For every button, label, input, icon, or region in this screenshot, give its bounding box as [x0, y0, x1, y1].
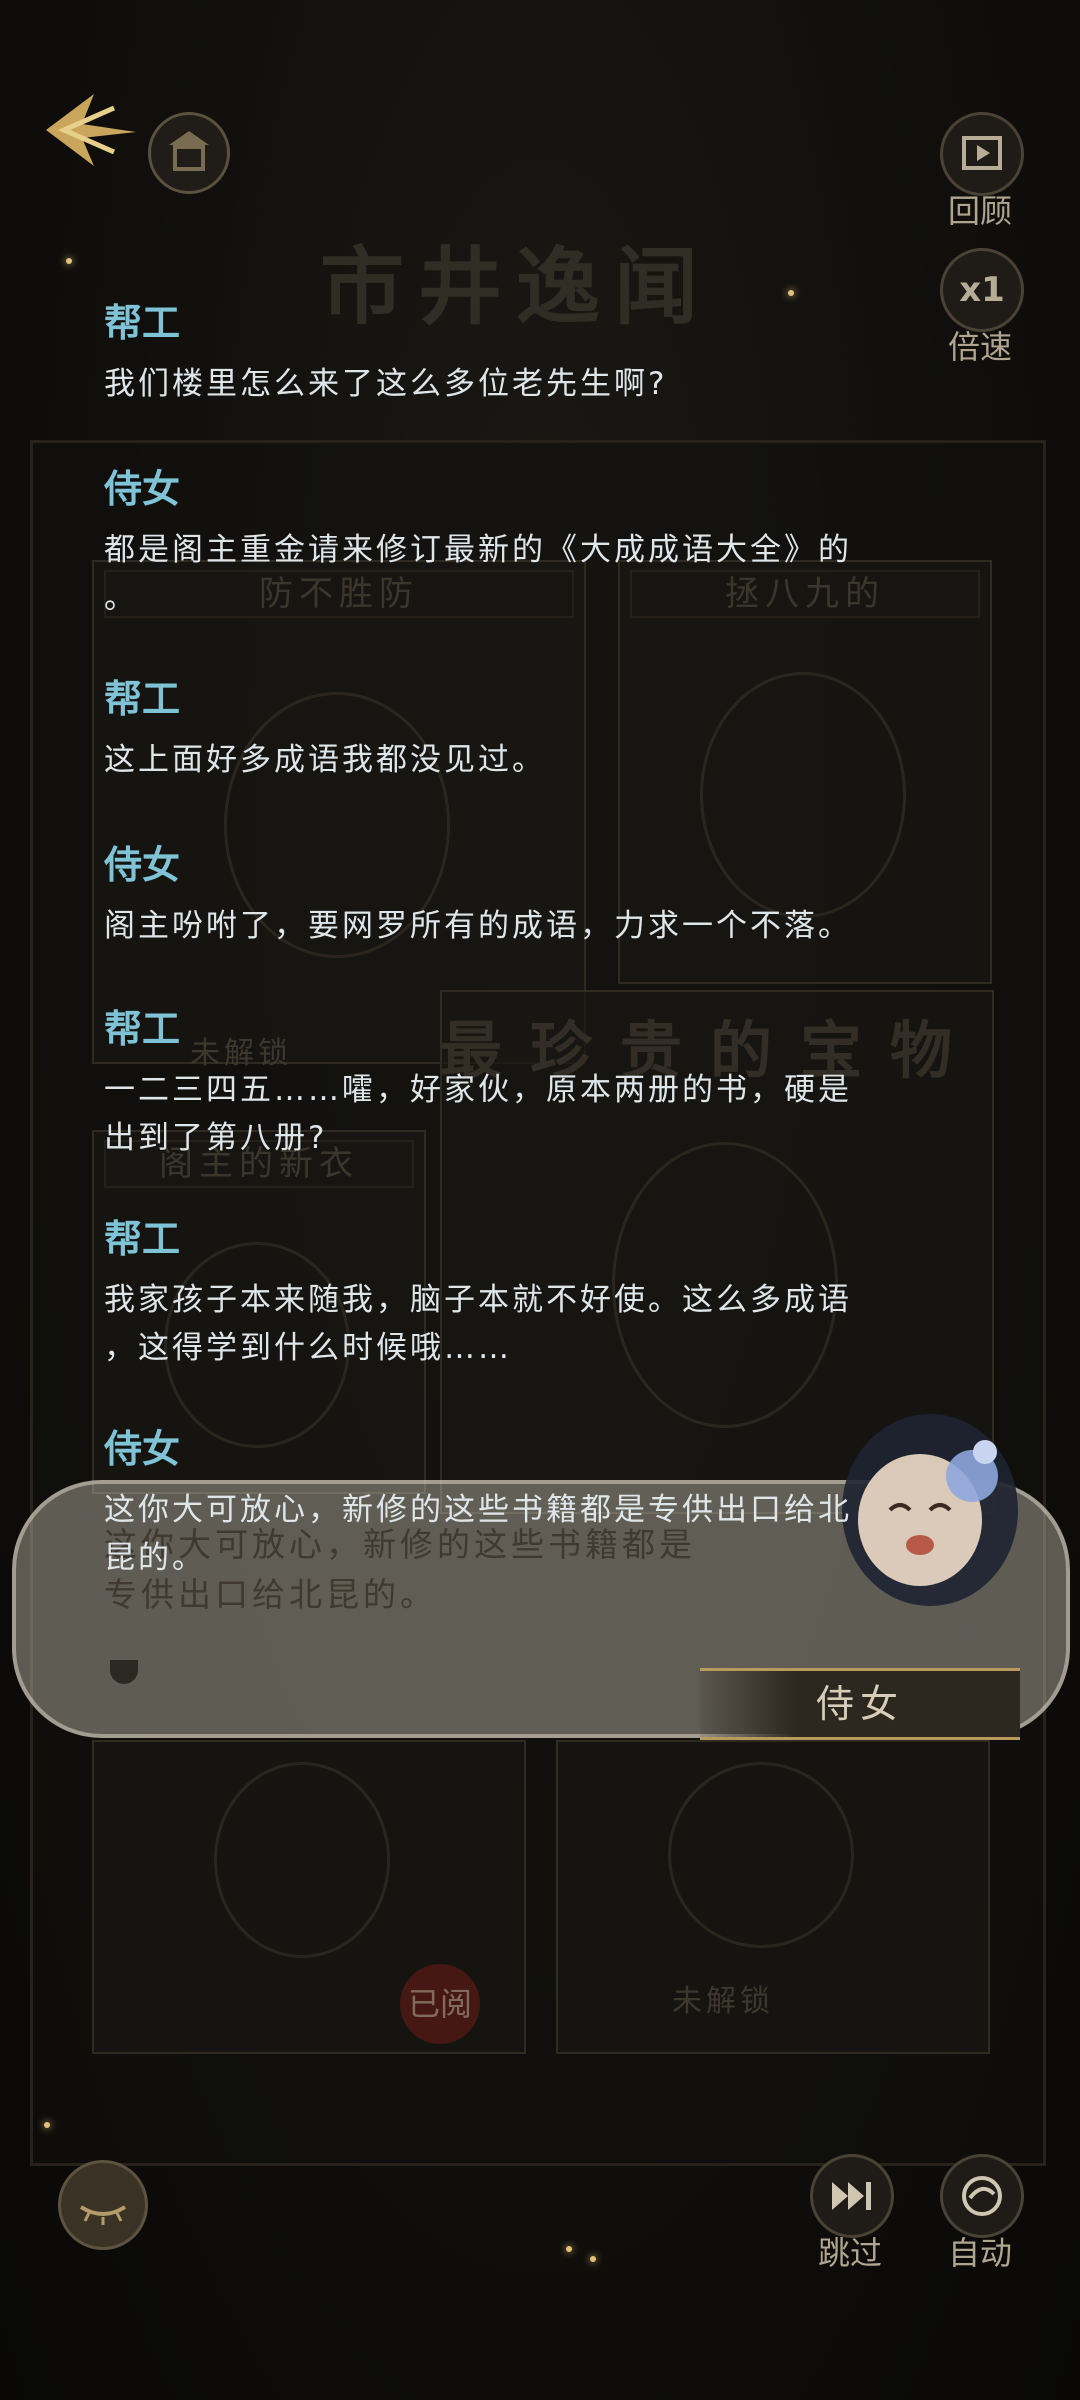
skip-label: 跳过 — [817, 2234, 882, 2272]
log-text: 我们楼里怎么来了这么多位老先生啊? — [104, 366, 668, 402]
log-line: 昆的。 — [104, 1540, 206, 1576]
log-line: 出到了第八册? — [104, 1120, 328, 1156]
auto-label: 自动 — [947, 2234, 1012, 2272]
sketch-figure — [214, 1762, 390, 1958]
sparkle — [788, 290, 794, 296]
skip-button[interactable] — [810, 2154, 894, 2238]
log-entry: 帮工 我们楼里怎么来了这么多位老先生啊? — [104, 300, 924, 408]
auto-button[interactable] — [940, 2154, 1024, 2238]
log-text: 阁主吩咐了，要网罗所有的成语，力求一个不落。 — [104, 908, 852, 944]
speaker-name: 侍女 — [104, 1427, 181, 1471]
read-stamp: 已阅 — [400, 1964, 480, 2044]
sparkle — [44, 2122, 50, 2128]
log-text: 这你大可放心，新修的这些书籍都是专供出口给北 昆的。 — [104, 1486, 924, 1582]
speaker-name: 帮工 — [104, 301, 181, 345]
sparkle — [590, 2256, 596, 2262]
speed-button[interactable]: x1 — [940, 248, 1024, 332]
log-entry: 侍女 阁主吩咐了，要网罗所有的成语，力求一个不落。 — [104, 842, 924, 950]
sparkle — [66, 258, 72, 264]
speaker-name: 侍女 — [104, 467, 181, 511]
speaker-name: 侍女 — [104, 843, 181, 887]
log-text: 一二三四五……嚯，好家伙，原本两册的书，硬是 出到了第八册? — [104, 1066, 924, 1162]
back-arrow-icon[interactable] — [24, 88, 144, 178]
speaker-name: 帮工 — [104, 1217, 181, 1261]
speaker-name: 帮工 — [104, 1007, 181, 1051]
sketch-figure — [668, 1762, 854, 1948]
play-icon — [962, 136, 1002, 170]
log-entry: 帮工 这上面好多成语我都没见过。 — [104, 676, 924, 784]
review-button[interactable] — [940, 112, 1024, 196]
gallery-panel-1: 防不胜防 — [92, 560, 586, 1064]
home-pavilion-icon[interactable] — [148, 112, 230, 194]
auto-swirl-icon — [962, 2176, 1002, 2216]
log-line: ，这得学到什么时候哦…… — [104, 1330, 512, 1366]
sparkle — [566, 2246, 572, 2252]
speaker-nameplate: 侍女 — [700, 1668, 1020, 1740]
log-text: 我家孩子本来随我，脑子本就不好使。这么多成语 ，这得学到什么时候哦…… — [104, 1276, 924, 1372]
locked-label: 未解锁 — [672, 1984, 774, 2019]
log-entry: 帮工 我家孩子本来随我，脑子本就不好使。这么多成语 ，这得学到什么时候哦…… — [104, 1216, 924, 1372]
speed-value: x1 — [959, 270, 1005, 310]
review-label: 回顾 — [947, 192, 1012, 230]
log-line: 一二三四五……嚯，好家伙，原本两册的书，硬是 — [104, 1072, 852, 1108]
fast-forward-icon — [832, 2182, 871, 2210]
log-entry: 帮工 一二三四五……嚯，好家伙，原本两册的书，硬是 出到了第八册? — [104, 1006, 924, 1162]
log-line: 这你大可放心，新修的这些书籍都是专供出口给北 — [104, 1492, 852, 1528]
log-line: 。 — [104, 580, 138, 616]
hide-ui-eye-icon[interactable] — [58, 2160, 148, 2250]
log-line: 都是阁主重金请来修订最新的《大成成语大全》的 — [104, 532, 852, 568]
log-entry: 侍女 都是阁主重金请来修订最新的《大成成语大全》的 。 — [104, 466, 924, 622]
log-text: 都是阁主重金请来修订最新的《大成成语大全》的 。 — [104, 526, 924, 622]
log-entry: 侍女 这你大可放心，新修的这些书籍都是专供出口给北 昆的。 — [104, 1426, 924, 1582]
speaker-name: 帮工 — [104, 677, 181, 721]
speed-label: 倍速 — [947, 328, 1012, 366]
log-line: 我家孩子本来随我，脑子本就不好使。这么多成语 — [104, 1282, 852, 1318]
log-text: 这上面好多成语我都没见过。 — [104, 742, 546, 778]
